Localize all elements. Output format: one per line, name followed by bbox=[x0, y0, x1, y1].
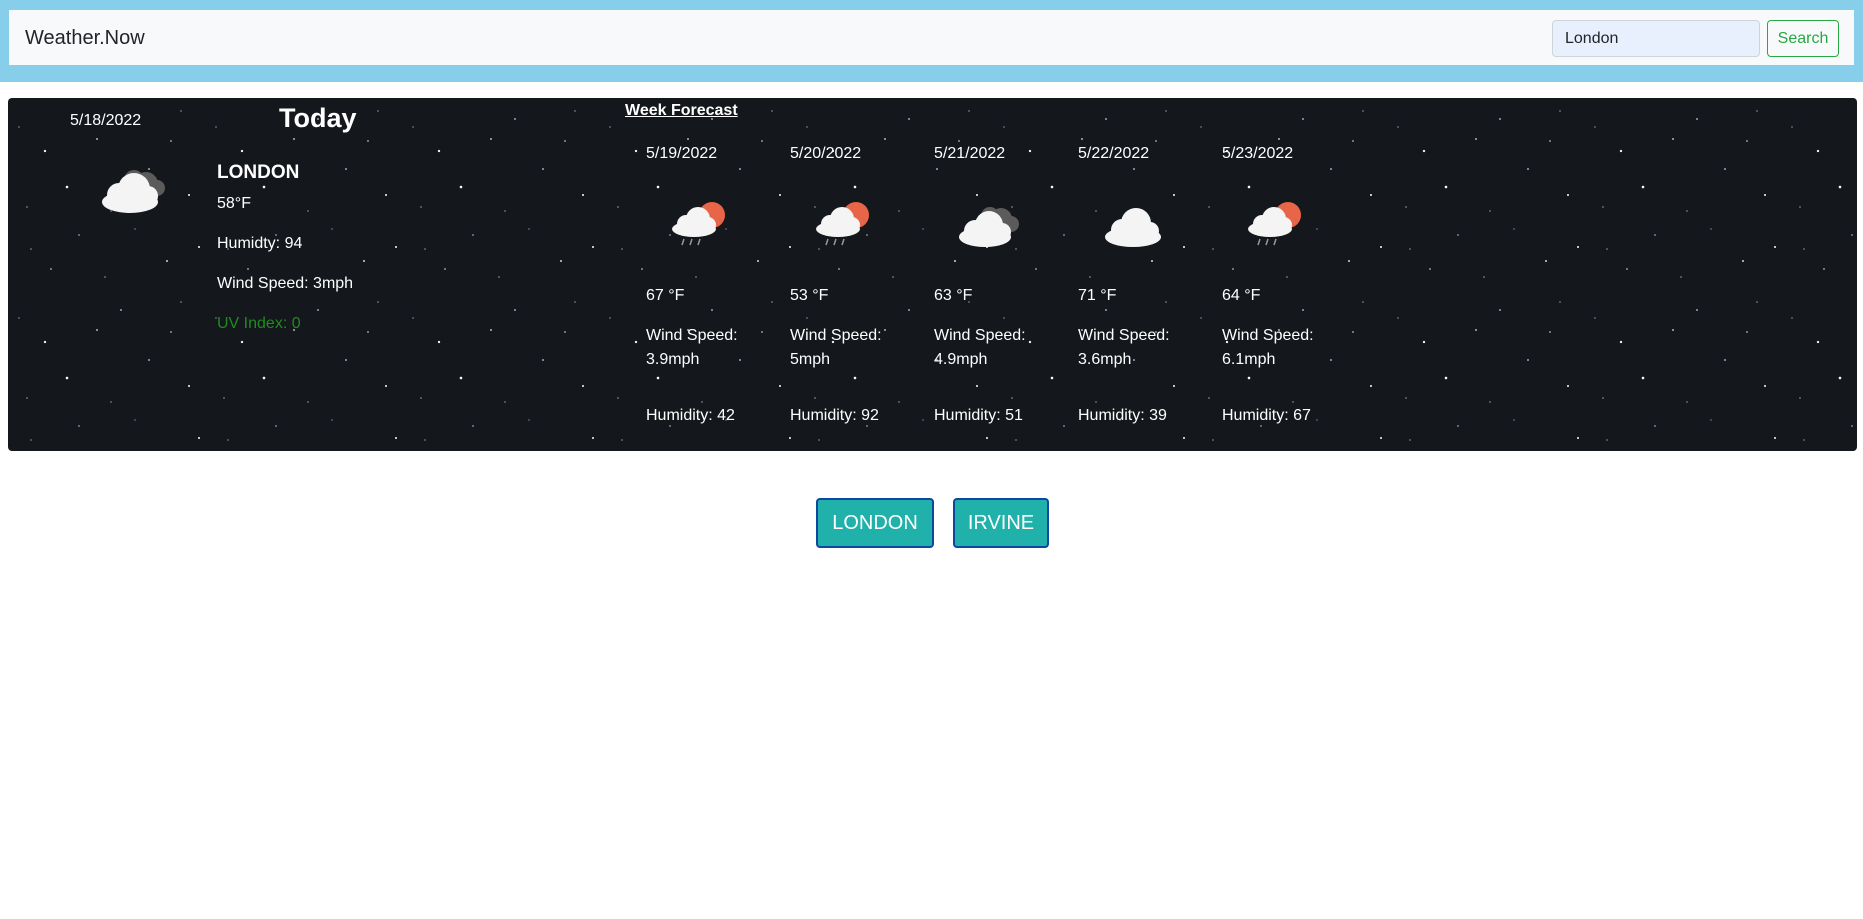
forecast-temperature: 71 °F bbox=[1078, 287, 1117, 304]
weather-panel: 5/18/2022 Today LONDON 58°F Humidty: 94 … bbox=[8, 98, 1857, 451]
forecast-wind-speed: Wind Speed: 3.9mph bbox=[646, 327, 738, 368]
forecast-temperature: 63 °F bbox=[934, 287, 973, 304]
forecast-date: 5/21/2022 bbox=[934, 145, 1006, 162]
search-button[interactable]: Search bbox=[1767, 20, 1839, 57]
navbar: Weather.Now Search bbox=[9, 10, 1854, 65]
cloudy-icon bbox=[102, 170, 165, 213]
brand-logo[interactable]: Weather.Now bbox=[25, 27, 145, 50]
forecast-humidity: Humidity: 42 bbox=[646, 407, 735, 424]
forecast-humidity: Humidity: 51 bbox=[934, 407, 1023, 424]
forecast-temperature: 53 °F bbox=[790, 287, 829, 304]
forecast-date: 5/20/2022 bbox=[790, 145, 862, 162]
forecast-wind-speed: Wind Speed: 4.9mph bbox=[934, 327, 1026, 368]
cloudy-icon bbox=[959, 207, 1019, 247]
week-forecast-title: Week Forecast bbox=[625, 102, 738, 119]
forecast-humidity: Humidity: 67 bbox=[1222, 407, 1311, 424]
history-button-london[interactable]: LONDON bbox=[816, 498, 934, 548]
forecast-wind-speed: Wind Speed: 5mph bbox=[790, 327, 882, 368]
cloud-icon bbox=[1105, 208, 1161, 247]
sun-cloud-rain-icon bbox=[672, 202, 725, 246]
forecast-humidity: Humidity: 39 bbox=[1078, 407, 1167, 424]
forecast-date: 5/23/2022 bbox=[1222, 145, 1294, 162]
uv-index: UV Index: 0 bbox=[217, 315, 301, 332]
forecast-wind-speed: Wind Speed: 3.6mph bbox=[1078, 327, 1170, 368]
sun-cloud-rain-icon bbox=[1248, 202, 1301, 246]
forecast-wind-speed: Wind Speed: 6.1mph bbox=[1222, 327, 1314, 368]
city-search-input[interactable] bbox=[1552, 20, 1760, 57]
forecast-date: 5/22/2022 bbox=[1078, 145, 1150, 162]
today-humidity: Humidty: 94 bbox=[217, 235, 303, 252]
sun-cloud-rain-icon bbox=[816, 202, 869, 246]
today-date: 5/18/2022 bbox=[70, 112, 142, 129]
forecast-humidity: Humidity: 92 bbox=[790, 407, 879, 424]
today-temperature: 58°F bbox=[217, 195, 251, 212]
city-name: LONDON bbox=[217, 162, 300, 183]
today-wind-speed: Wind Speed: 3mph bbox=[217, 275, 354, 292]
header-band: Weather.Now Search bbox=[0, 0, 1863, 82]
forecast-date: 5/19/2022 bbox=[646, 145, 718, 162]
forecast-temperature: 67 °F bbox=[646, 287, 685, 304]
history-button-irvine[interactable]: IRVINE bbox=[953, 498, 1049, 548]
today-heading: Today bbox=[279, 103, 357, 133]
forecast-temperature: 64 °F bbox=[1222, 287, 1261, 304]
